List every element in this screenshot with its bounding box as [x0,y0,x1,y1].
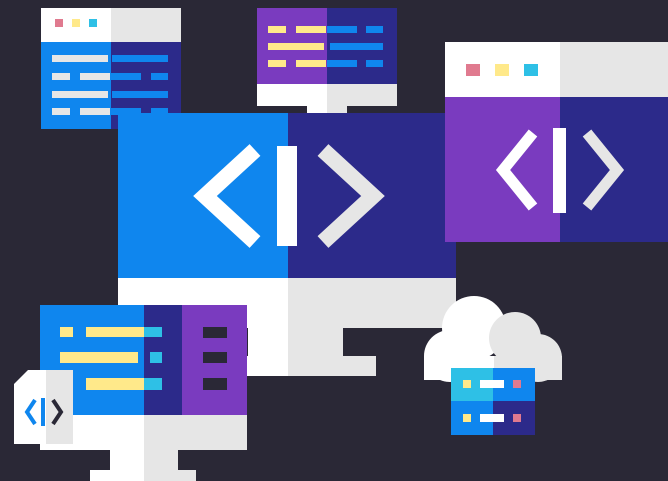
code-devices-illustration [14,8,668,481]
code-monitor-purple-top [257,8,397,128]
cloud-server-icon [424,296,562,435]
code-browser-window-purple [445,42,668,242]
code-window-small-blue [41,8,181,129]
illustration-stage [0,0,668,481]
code-file-icon [14,370,73,444]
